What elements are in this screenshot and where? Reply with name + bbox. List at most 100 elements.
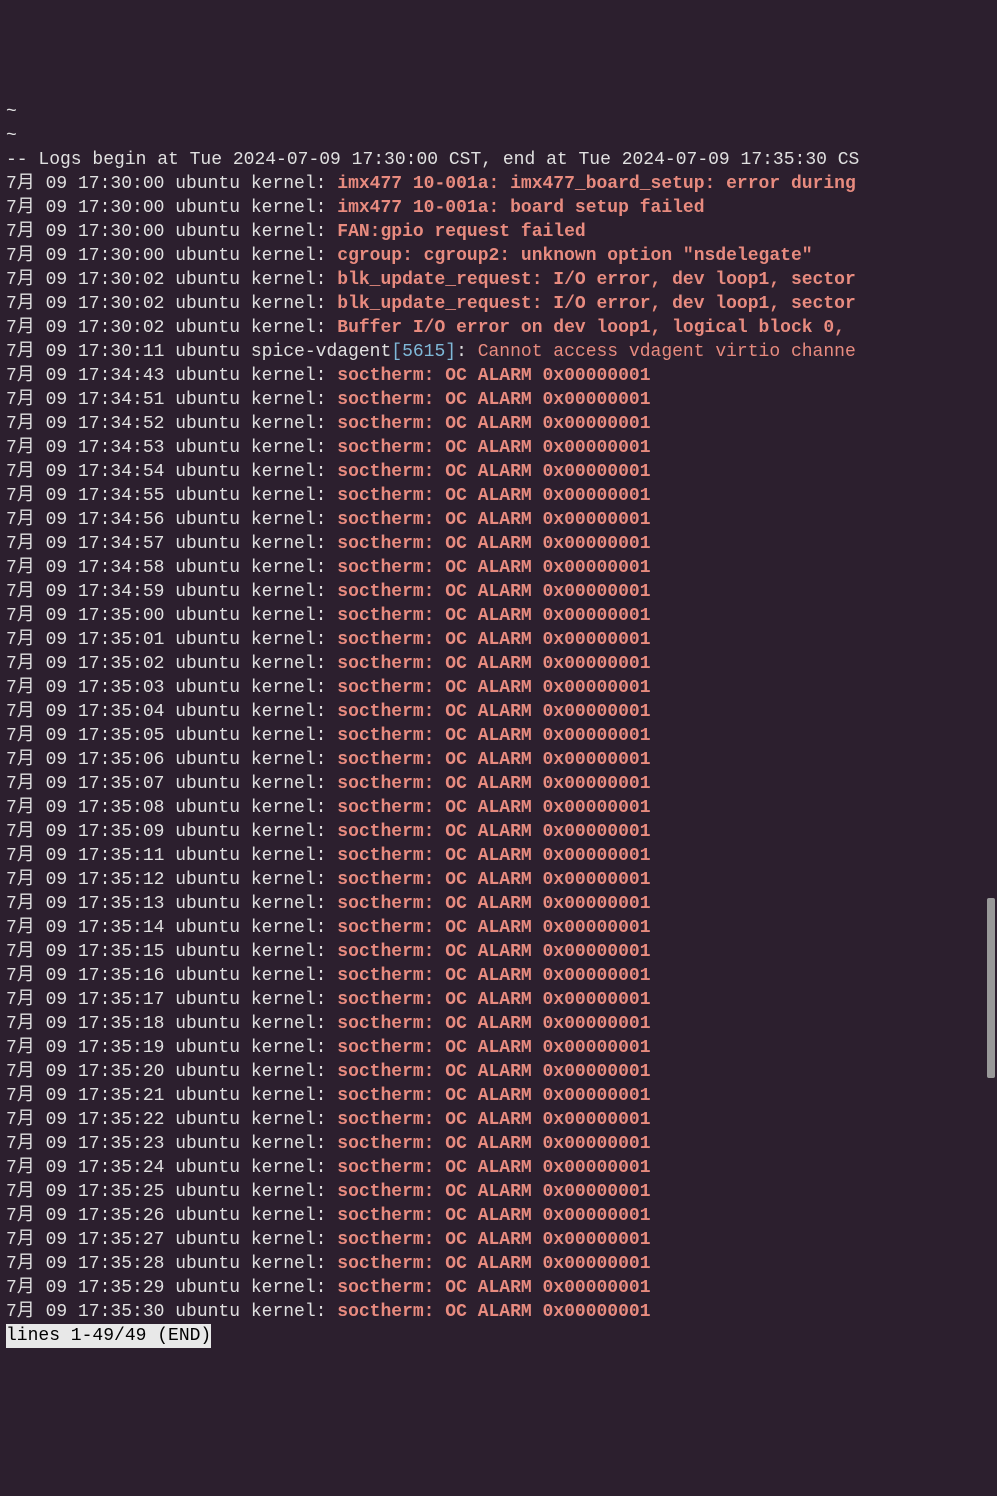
log-line: 7月 09 17:34:58 ubuntu kernel: soctherm: … <box>6 556 991 580</box>
log-line: 7月 09 17:30:02 ubuntu kernel: blk_update… <box>6 268 991 292</box>
log-line: 7月 09 17:35:06 ubuntu kernel: soctherm: … <box>6 748 991 772</box>
log-line: 7月 09 17:35:09 ubuntu kernel: soctherm: … <box>6 820 991 844</box>
log-line: 7月 09 17:35:20 ubuntu kernel: soctherm: … <box>6 1060 991 1084</box>
log-message: soctherm: OC ALARM 0x00000001 <box>337 990 650 1010</box>
log-message: soctherm: OC ALARM 0x00000001 <box>337 774 650 794</box>
log-message: soctherm: OC ALARM 0x00000001 <box>337 510 650 530</box>
log-line: 7月 09 17:35:18 ubuntu kernel: soctherm: … <box>6 1012 991 1036</box>
log-line: 7月 09 17:35:08 ubuntu kernel: soctherm: … <box>6 796 991 820</box>
log-line: 7月 09 17:30:00 ubuntu kernel: imx477 10-… <box>6 172 991 196</box>
log-prefix: 7月 09 17:35:09 ubuntu kernel: <box>6 822 337 842</box>
log-prefix: 7月 09 17:35:04 ubuntu kernel: <box>6 702 337 722</box>
empty-line-tilde: ~ <box>6 124 991 148</box>
log-message: soctherm: OC ALARM 0x00000001 <box>337 942 650 962</box>
log-message: soctherm: OC ALARM 0x00000001 <box>337 606 650 626</box>
log-prefix: 7月 09 17:35:24 ubuntu kernel: <box>6 1158 337 1178</box>
log-line: 7月 09 17:35:21 ubuntu kernel: soctherm: … <box>6 1084 991 1108</box>
log-line: 7月 09 17:34:43 ubuntu kernel: soctherm: … <box>6 364 991 388</box>
log-prefix: 7月 09 17:34:59 ubuntu kernel: <box>6 582 337 602</box>
log-line: 7月 09 17:35:17 ubuntu kernel: soctherm: … <box>6 988 991 1012</box>
log-message: soctherm: OC ALARM 0x00000001 <box>337 1062 650 1082</box>
log-prefix: 7月 09 17:35:08 ubuntu kernel: <box>6 798 337 818</box>
log-line: 7月 09 17:35:14 ubuntu kernel: soctherm: … <box>6 916 991 940</box>
log-line: 7月 09 17:35:27 ubuntu kernel: soctherm: … <box>6 1228 991 1252</box>
log-message: cgroup: cgroup2: unknown option "nsdeleg… <box>337 246 812 266</box>
log-line: 7月 09 17:30:02 ubuntu kernel: blk_update… <box>6 292 991 316</box>
terminal-output[interactable]: ~~-- Logs begin at Tue 2024-07-09 17:30:… <box>6 100 991 1348</box>
log-message: soctherm: OC ALARM 0x00000001 <box>337 894 650 914</box>
log-message: Buffer I/O error on dev loop1, logical b… <box>337 318 845 338</box>
log-line: 7月 09 17:35:25 ubuntu kernel: soctherm: … <box>6 1180 991 1204</box>
log-prefix: 7月 09 17:35:27 ubuntu kernel: <box>6 1230 337 1250</box>
log-prefix: 7月 09 17:35:14 ubuntu kernel: <box>6 918 337 938</box>
log-message: soctherm: OC ALARM 0x00000001 <box>337 1158 650 1178</box>
log-message: soctherm: OC ALARM 0x00000001 <box>337 870 650 890</box>
log-line: 7月 09 17:35:16 ubuntu kernel: soctherm: … <box>6 964 991 988</box>
log-prefix: 7月 09 17:35:02 ubuntu kernel: <box>6 654 337 674</box>
log-message: soctherm: OC ALARM 0x00000001 <box>337 702 650 722</box>
pager-status-text: lines 1-49/49 (END) <box>6 1324 211 1348</box>
log-message: soctherm: OC ALARM 0x00000001 <box>337 486 650 506</box>
log-prefix: 7月 09 17:35:19 ubuntu kernel: <box>6 1038 337 1058</box>
log-line: 7月 09 17:35:12 ubuntu kernel: soctherm: … <box>6 868 991 892</box>
log-prefix: 7月 09 17:34:43 ubuntu kernel: <box>6 366 337 386</box>
log-prefix: 7月 09 17:35:21 ubuntu kernel: <box>6 1086 337 1106</box>
log-line: 7月 09 17:34:54 ubuntu kernel: soctherm: … <box>6 460 991 484</box>
log-prefix: 7月 09 17:35:15 ubuntu kernel: <box>6 942 337 962</box>
log-message: soctherm: OC ALARM 0x00000001 <box>337 1254 650 1274</box>
log-line: 7月 09 17:35:26 ubuntu kernel: soctherm: … <box>6 1204 991 1228</box>
log-prefix: 7月 09 17:35:20 ubuntu kernel: <box>6 1062 337 1082</box>
log-prefix: 7月 09 17:30:02 ubuntu kernel: <box>6 318 337 338</box>
log-prefix: 7月 09 17:30:00 ubuntu kernel: <box>6 222 337 242</box>
log-prefix: 7月 09 17:30:11 ubuntu spice-vdagent <box>6 342 391 362</box>
log-line: 7月 09 17:35:01 ubuntu kernel: soctherm: … <box>6 628 991 652</box>
log-line: 7月 09 17:34:56 ubuntu kernel: soctherm: … <box>6 508 991 532</box>
log-prefix: 7月 09 17:35:07 ubuntu kernel: <box>6 774 337 794</box>
log-message: soctherm: OC ALARM 0x00000001 <box>337 798 650 818</box>
log-prefix: 7月 09 17:35:16 ubuntu kernel: <box>6 966 337 986</box>
log-line: 7月 09 17:35:11 ubuntu kernel: soctherm: … <box>6 844 991 868</box>
log-prefix: 7月 09 17:35:05 ubuntu kernel: <box>6 726 337 746</box>
scrollbar-thumb[interactable] <box>987 898 995 1078</box>
log-message: soctherm: OC ALARM 0x00000001 <box>337 1110 650 1130</box>
log-line: 7月 09 17:34:52 ubuntu kernel: soctherm: … <box>6 412 991 436</box>
log-prefix: 7月 09 17:35:06 ubuntu kernel: <box>6 750 337 770</box>
empty-line-tilde: ~ <box>6 100 991 124</box>
log-message: soctherm: OC ALARM 0x00000001 <box>337 390 650 410</box>
log-prefix: 7月 09 17:35:29 ubuntu kernel: <box>6 1278 337 1298</box>
log-line: 7月 09 17:35:00 ubuntu kernel: soctherm: … <box>6 604 991 628</box>
log-message: soctherm: OC ALARM 0x00000001 <box>337 366 650 386</box>
log-line: 7月 09 17:35:29 ubuntu kernel: soctherm: … <box>6 1276 991 1300</box>
log-line: 7月 09 17:30:11 ubuntu spice-vdagent[5615… <box>6 340 991 364</box>
log-message: soctherm: OC ALARM 0x00000001 <box>337 630 650 650</box>
log-message: soctherm: OC ALARM 0x00000001 <box>337 1230 650 1250</box>
journal-header: -- Logs begin at Tue 2024-07-09 17:30:00… <box>6 148 991 172</box>
log-line: 7月 09 17:34:59 ubuntu kernel: soctherm: … <box>6 580 991 604</box>
log-prefix: 7月 09 17:30:02 ubuntu kernel: <box>6 294 337 314</box>
log-prefix: 7月 09 17:34:55 ubuntu kernel: <box>6 486 337 506</box>
log-line: 7月 09 17:35:23 ubuntu kernel: soctherm: … <box>6 1132 991 1156</box>
log-line: 7月 09 17:35:13 ubuntu kernel: soctherm: … <box>6 892 991 916</box>
log-prefix: 7月 09 17:34:51 ubuntu kernel: <box>6 390 337 410</box>
log-prefix-colon: : <box>456 342 478 362</box>
tilde-char: ~ <box>6 102 17 122</box>
log-message: soctherm: OC ALARM 0x00000001 <box>337 1278 650 1298</box>
log-prefix: 7月 09 17:35:03 ubuntu kernel: <box>6 678 337 698</box>
log-line: 7月 09 17:35:28 ubuntu kernel: soctherm: … <box>6 1252 991 1276</box>
log-line: 7月 09 17:35:03 ubuntu kernel: soctherm: … <box>6 676 991 700</box>
log-line: 7月 09 17:35:24 ubuntu kernel: soctherm: … <box>6 1156 991 1180</box>
log-message: FAN:gpio request failed <box>337 222 585 242</box>
log-message: soctherm: OC ALARM 0x00000001 <box>337 1182 650 1202</box>
log-message: soctherm: OC ALARM 0x00000001 <box>337 726 650 746</box>
log-prefix: 7月 09 17:35:25 ubuntu kernel: <box>6 1182 337 1202</box>
log-line: 7月 09 17:30:02 ubuntu kernel: Buffer I/O… <box>6 316 991 340</box>
log-line: 7月 09 17:30:00 ubuntu kernel: cgroup: cg… <box>6 244 991 268</box>
log-message: soctherm: OC ALARM 0x00000001 <box>337 1302 650 1322</box>
log-line: 7月 09 17:35:19 ubuntu kernel: soctherm: … <box>6 1036 991 1060</box>
log-prefix: 7月 09 17:35:01 ubuntu kernel: <box>6 630 337 650</box>
log-message: Cannot access vdagent virtio channe <box>478 342 856 362</box>
log-line: 7月 09 17:35:30 ubuntu kernel: soctherm: … <box>6 1300 991 1324</box>
log-message: soctherm: OC ALARM 0x00000001 <box>337 918 650 938</box>
log-message: soctherm: OC ALARM 0x00000001 <box>337 678 650 698</box>
log-prefix: 7月 09 17:30:00 ubuntu kernel: <box>6 174 337 194</box>
